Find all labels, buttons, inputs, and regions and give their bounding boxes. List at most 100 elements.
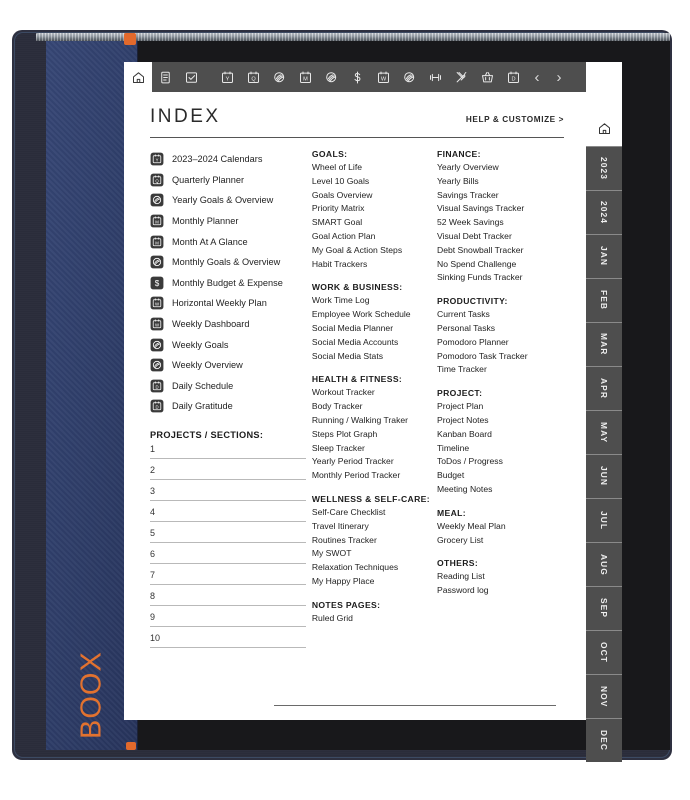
index-link[interactable]: Personal Tasks [437, 322, 564, 336]
toolbar-notes-icon[interactable] [152, 62, 178, 92]
index-link[interactable]: Priority Matrix [312, 202, 437, 216]
planner-link[interactable]: W Weekly Dashboard [150, 314, 312, 335]
index-link[interactable]: Savings Tracker [437, 189, 564, 203]
index-link[interactable]: No Spend Challenge [437, 258, 564, 272]
rail-tab-mar[interactable]: MAR [586, 322, 622, 366]
index-link[interactable]: Goals Overview [312, 189, 437, 203]
projects-list[interactable]: 1 2 3 4 5 6 7 8 9 10 [150, 444, 312, 654]
index-link[interactable]: Routines Tracker [312, 534, 437, 548]
project-row[interactable]: 3 [150, 486, 312, 507]
rail-tab-2023[interactable]: 2023 [586, 146, 622, 190]
toolbar-next-button[interactable]: › [548, 62, 570, 92]
project-row[interactable]: 9 [150, 612, 312, 633]
planner-link[interactable]: Weekly Goals [150, 334, 312, 355]
planner-link[interactable]: D Daily Schedule [150, 376, 312, 397]
rail-home-button[interactable] [586, 110, 622, 146]
toolbar-weekly-icon[interactable]: W [370, 62, 396, 92]
index-link[interactable]: Travel Itinerary [312, 520, 437, 534]
toolbar-grocery-icon[interactable] [474, 62, 500, 92]
index-link[interactable]: Grocery List [437, 534, 564, 548]
index-link[interactable]: Body Tracker [312, 400, 437, 414]
index-link[interactable]: Timeline [437, 442, 564, 456]
planner-link[interactable]: Monthly Goals & Overview [150, 252, 312, 273]
toolbar-budget-icon[interactable] [344, 62, 370, 92]
index-link[interactable]: Running / Walking Traker [312, 414, 437, 428]
index-link[interactable]: Relaxation Techniques [312, 561, 437, 575]
rail-tab-may[interactable]: MAY [586, 410, 622, 454]
index-link[interactable]: Level 10 Goals [312, 175, 437, 189]
index-link[interactable]: Password log [437, 584, 564, 598]
index-link[interactable]: Yearly Period Tracker [312, 455, 437, 469]
toolbar-yearly-goals-icon[interactable] [266, 62, 292, 92]
index-link[interactable]: My Happy Place [312, 575, 437, 589]
toolbar-weekly-goals-icon[interactable] [396, 62, 422, 92]
index-link[interactable]: Goal Action Plan [312, 230, 437, 244]
index-link[interactable]: Yearly Overview [437, 161, 564, 175]
help-customize-link[interactable]: HELP & CUSTOMIZE > [466, 115, 564, 124]
index-link[interactable]: Pomodoro Planner [437, 336, 564, 350]
rail-tab-nov[interactable]: NOV [586, 674, 622, 718]
toolbar-checklist-icon[interactable] [178, 62, 204, 92]
toolbar-monthly-icon[interactable]: M [292, 62, 318, 92]
planner-link[interactable]: Weekly Overview [150, 355, 312, 376]
toolbar-fitness-icon[interactable] [422, 62, 448, 92]
index-link[interactable]: Sleep Tracker [312, 442, 437, 456]
index-link[interactable]: Visual Debt Tracker [437, 230, 564, 244]
index-link[interactable]: Sinking Funds Tracker [437, 271, 564, 285]
index-link[interactable]: Current Tasks [437, 308, 564, 322]
rail-tab-oct[interactable]: OCT [586, 630, 622, 674]
month-tab-rail[interactable]: 2023 2024 JAN FEB MAR APR MAY JUN JUL AUG SEP OCT NO… [586, 62, 622, 762]
index-link[interactable]: Visual Savings Tracker [437, 202, 564, 216]
rail-tab-feb[interactable]: FEB [586, 278, 622, 322]
index-link[interactable]: Pomodoro Task Tracker [437, 350, 564, 364]
project-row[interactable]: 10 [150, 633, 312, 654]
planner-link[interactable]: Q Quarterly Planner [150, 170, 312, 191]
index-link[interactable]: Reading List [437, 570, 564, 584]
rail-tab-jun[interactable]: JUN [586, 454, 622, 498]
planner-link[interactable]: Yearly Goals & Overview [150, 190, 312, 211]
index-link[interactable]: Yearly Bills [437, 175, 564, 189]
index-link[interactable]: Self-Care Checklist [312, 506, 437, 520]
index-link[interactable]: Weekly Meal Plan [437, 520, 564, 534]
index-link[interactable]: Wheel of Life [312, 161, 437, 175]
index-link[interactable]: Workout Tracker [312, 386, 437, 400]
toolbar-quarterly-icon[interactable]: Q [240, 62, 266, 92]
project-row[interactable]: 1 [150, 444, 312, 465]
rail-tab-2024[interactable]: 2024 [586, 190, 622, 234]
index-link[interactable]: Time Tracker [437, 363, 564, 377]
rail-tab-jul[interactable]: JUL [586, 498, 622, 542]
toolbar-home-icon[interactable] [124, 62, 152, 92]
index-link[interactable]: Kanban Board [437, 428, 564, 442]
project-row[interactable]: 5 [150, 528, 312, 549]
index-link[interactable]: Social Media Stats [312, 350, 437, 364]
index-link[interactable]: My Goal & Action Steps [312, 244, 437, 258]
planner-link[interactable]: Y 2023–2024 Calendars [150, 149, 312, 170]
rail-tab-apr[interactable]: APR [586, 366, 622, 410]
toolbar-prev-button[interactable]: ‹ [526, 62, 548, 92]
index-link[interactable]: My SWOT [312, 547, 437, 561]
toolbar-daily-icon[interactable]: D [500, 62, 526, 92]
planner-link[interactable]: D Daily Gratitude [150, 396, 312, 417]
index-link[interactable]: Habit Trackers [312, 258, 437, 272]
project-row[interactable]: 2 [150, 465, 312, 486]
index-link[interactable]: 52 Week Savings [437, 216, 564, 230]
rail-tab-dec[interactable]: DEC [586, 718, 622, 762]
index-link[interactable]: Debt Snowball Tracker [437, 244, 564, 258]
planner-toolbar[interactable]: Y Q M W D ‹ › [124, 62, 586, 92]
index-link[interactable]: Social Media Planner [312, 322, 437, 336]
project-row[interactable]: 7 [150, 570, 312, 591]
planner-link[interactable]: M Month At A Glance [150, 231, 312, 252]
project-row[interactable]: 6 [150, 549, 312, 570]
index-link[interactable]: Work Time Log [312, 294, 437, 308]
planner-link[interactable]: W Horizontal Weekly Plan [150, 293, 312, 314]
rail-tab-aug[interactable]: AUG [586, 542, 622, 586]
index-link[interactable]: Monthly Period Tracker [312, 469, 437, 483]
index-link[interactable]: Steps Plot Graph [312, 428, 437, 442]
project-row[interactable]: 8 [150, 591, 312, 612]
index-link[interactable]: SMART Goal [312, 216, 437, 230]
index-link[interactable]: ToDos / Progress [437, 455, 564, 469]
project-row[interactable]: 4 [150, 507, 312, 528]
toolbar-monthly-goals-icon[interactable] [318, 62, 344, 92]
index-link[interactable]: Budget [437, 469, 564, 483]
index-link[interactable]: Social Media Accounts [312, 336, 437, 350]
